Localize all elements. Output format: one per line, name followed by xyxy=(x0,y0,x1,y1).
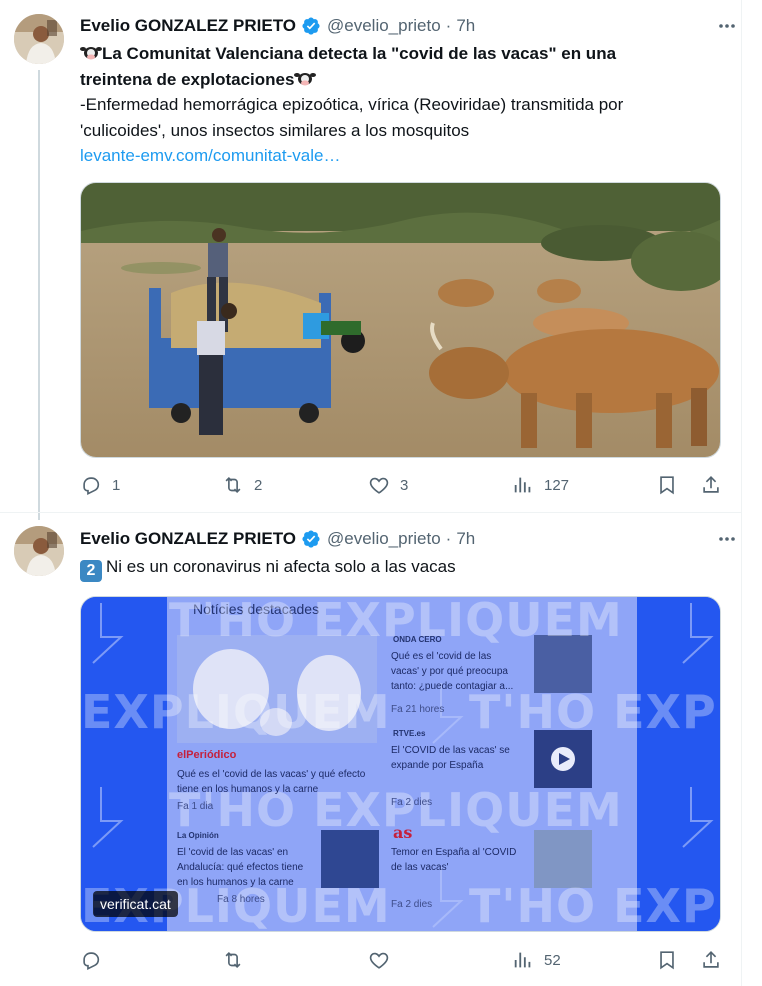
avatar[interactable] xyxy=(14,526,64,576)
news-title: expande por España xyxy=(391,760,484,771)
tweet-actions: 52 xyxy=(80,949,728,973)
article-link[interactable]: levante-emv.com/comunitat-vale… xyxy=(80,143,340,169)
share-icon xyxy=(703,476,719,493)
news-item[interactable]: El 'covid de las vacas' en Andalucía: qu… xyxy=(177,845,303,907)
news-title: Qué es el 'covid de las vacas' y qué efe… xyxy=(177,769,366,780)
view-count: 127 xyxy=(544,476,570,494)
news-title: tiene en los humanos y la carne xyxy=(177,784,319,795)
bookmark-icon xyxy=(660,476,674,495)
tweet-actions: 1 2 3 127 xyxy=(80,474,728,498)
views-button[interactable]: 52 xyxy=(512,949,561,971)
avatar[interactable] xyxy=(14,14,64,64)
separator-dot: · xyxy=(445,16,452,35)
bookmark-button[interactable] xyxy=(656,949,678,971)
tweet-header: Evelio GONZALEZ PRIETO @evelio_prieto · … xyxy=(80,527,475,551)
author-handle[interactable]: @evelio_prieto xyxy=(327,16,441,36)
news-item[interactable]: El 'COVID de las vacas' se expande por E… xyxy=(391,743,510,810)
news-source: as xyxy=(393,823,413,842)
separator-dot: · xyxy=(445,529,452,548)
like-count: 3 xyxy=(400,476,409,494)
reply-button[interactable] xyxy=(80,949,102,971)
author-handle[interactable]: @evelio_prieto xyxy=(327,529,441,549)
tweet-headline-line2: treintena de explotaciones xyxy=(80,67,317,95)
news-title: tanto: ¿puede contagiar a... xyxy=(391,681,514,692)
news-title: Andalucía: qué efectos tiene xyxy=(177,862,304,873)
more-options-icon[interactable] xyxy=(716,528,738,550)
thread-connector xyxy=(38,70,40,520)
news-title: Qué es el 'covid de las xyxy=(391,651,492,662)
watermark: EXPLIQUEM xyxy=(81,685,391,739)
news-title: vacas' y por qué preocupa xyxy=(391,666,508,677)
tweet-photo[interactable] xyxy=(80,182,721,458)
news-source: ONDA CERO xyxy=(393,635,442,644)
news-age: Fa 21 hores xyxy=(391,704,445,715)
news-item[interactable]: Qué es el 'covid de las vacas' y por qué… xyxy=(391,649,513,717)
tweet-headline-line1: La Comunitat Valenciana detecta la "covi… xyxy=(80,41,616,69)
repost-icon xyxy=(225,951,241,969)
column-border xyxy=(741,0,742,986)
cow-face-icon xyxy=(80,43,102,69)
reply-button[interactable]: 1 xyxy=(80,474,120,496)
heart-icon xyxy=(369,477,389,494)
verified-badge-icon xyxy=(301,16,321,36)
like-button[interactable] xyxy=(368,949,390,971)
tweet-divider xyxy=(0,512,741,513)
views-icon xyxy=(514,477,531,493)
tweet-body-line1: -Enfermedad hemorrágica epizoótica, víri… xyxy=(80,95,624,114)
news-age: Fa 1 dia xyxy=(177,801,214,812)
news-title: El 'COVID de las vacas' se xyxy=(391,745,510,756)
repost-button[interactable]: 2 xyxy=(222,474,262,496)
news-item[interactable]: Temor en España al 'COVID de las vacas' … xyxy=(391,845,516,912)
tweet-image[interactable]: Notícies destacades T'HO EXPLIQUEM EXPLI… xyxy=(80,596,721,932)
timestamp[interactable]: 7h xyxy=(456,529,475,549)
news-age: Fa 8 hores xyxy=(217,894,265,905)
author-name[interactable]: Evelio GONZALEZ PRIETO xyxy=(80,529,296,549)
timestamp[interactable]: 7h xyxy=(456,16,475,36)
bookmark-button[interactable] xyxy=(656,474,678,496)
repost-count: 2 xyxy=(254,476,263,494)
verified-badge-icon xyxy=(301,529,321,549)
tweet-text: 2 Ni es un coronavirus ni afecta solo a l… xyxy=(80,554,456,582)
tweet-body-line2: 'culicoides', unos insectos similares a … xyxy=(80,121,470,140)
news-title: en los humanos y la carne xyxy=(177,877,294,888)
share-icon xyxy=(703,951,719,968)
image-credit-badge: verificat.cat xyxy=(93,891,178,917)
view-count: 52 xyxy=(544,951,561,969)
repost-icon xyxy=(225,476,241,494)
news-age: Fa 2 dies xyxy=(391,797,433,808)
headline-text-1: La Comunitat Valenciana detecta la "covi… xyxy=(102,44,617,63)
news-source: RTVE.es xyxy=(393,729,426,738)
repost-button[interactable] xyxy=(222,949,244,971)
share-button[interactable] xyxy=(700,474,722,496)
reply-count: 1 xyxy=(112,476,121,494)
news-age: Fa 2 dies xyxy=(391,899,433,910)
like-button[interactable]: 3 xyxy=(368,474,408,496)
reply-icon xyxy=(83,477,100,496)
views-icon xyxy=(514,952,531,968)
author-name[interactable]: Evelio GONZALEZ PRIETO xyxy=(80,16,296,36)
bookmark-icon xyxy=(660,951,674,970)
reply-icon xyxy=(83,952,100,971)
heart-icon xyxy=(369,952,389,969)
tweet-text-content: Ni es un coronavirus ni afecta solo a la… xyxy=(106,557,456,576)
views-button[interactable]: 127 xyxy=(512,474,569,496)
share-button[interactable] xyxy=(700,949,722,971)
news-source: elPeriódico xyxy=(177,749,237,761)
news-item[interactable]: Qué es el 'covid de las vacas' y qué efe… xyxy=(177,767,365,814)
news-title: Temor en España al 'COVID xyxy=(391,847,517,858)
tweet-header: Evelio GONZALEZ PRIETO @evelio_prieto · … xyxy=(80,14,475,38)
news-title: El 'covid de las vacas' en xyxy=(177,847,289,858)
news-title: de las vacas' xyxy=(391,862,449,873)
keycap-two-icon: 2 xyxy=(80,560,102,582)
more-options-icon[interactable] xyxy=(716,15,738,37)
news-source: La Opinión xyxy=(177,831,219,840)
headline-text-2: treintena de explotaciones xyxy=(80,70,295,89)
